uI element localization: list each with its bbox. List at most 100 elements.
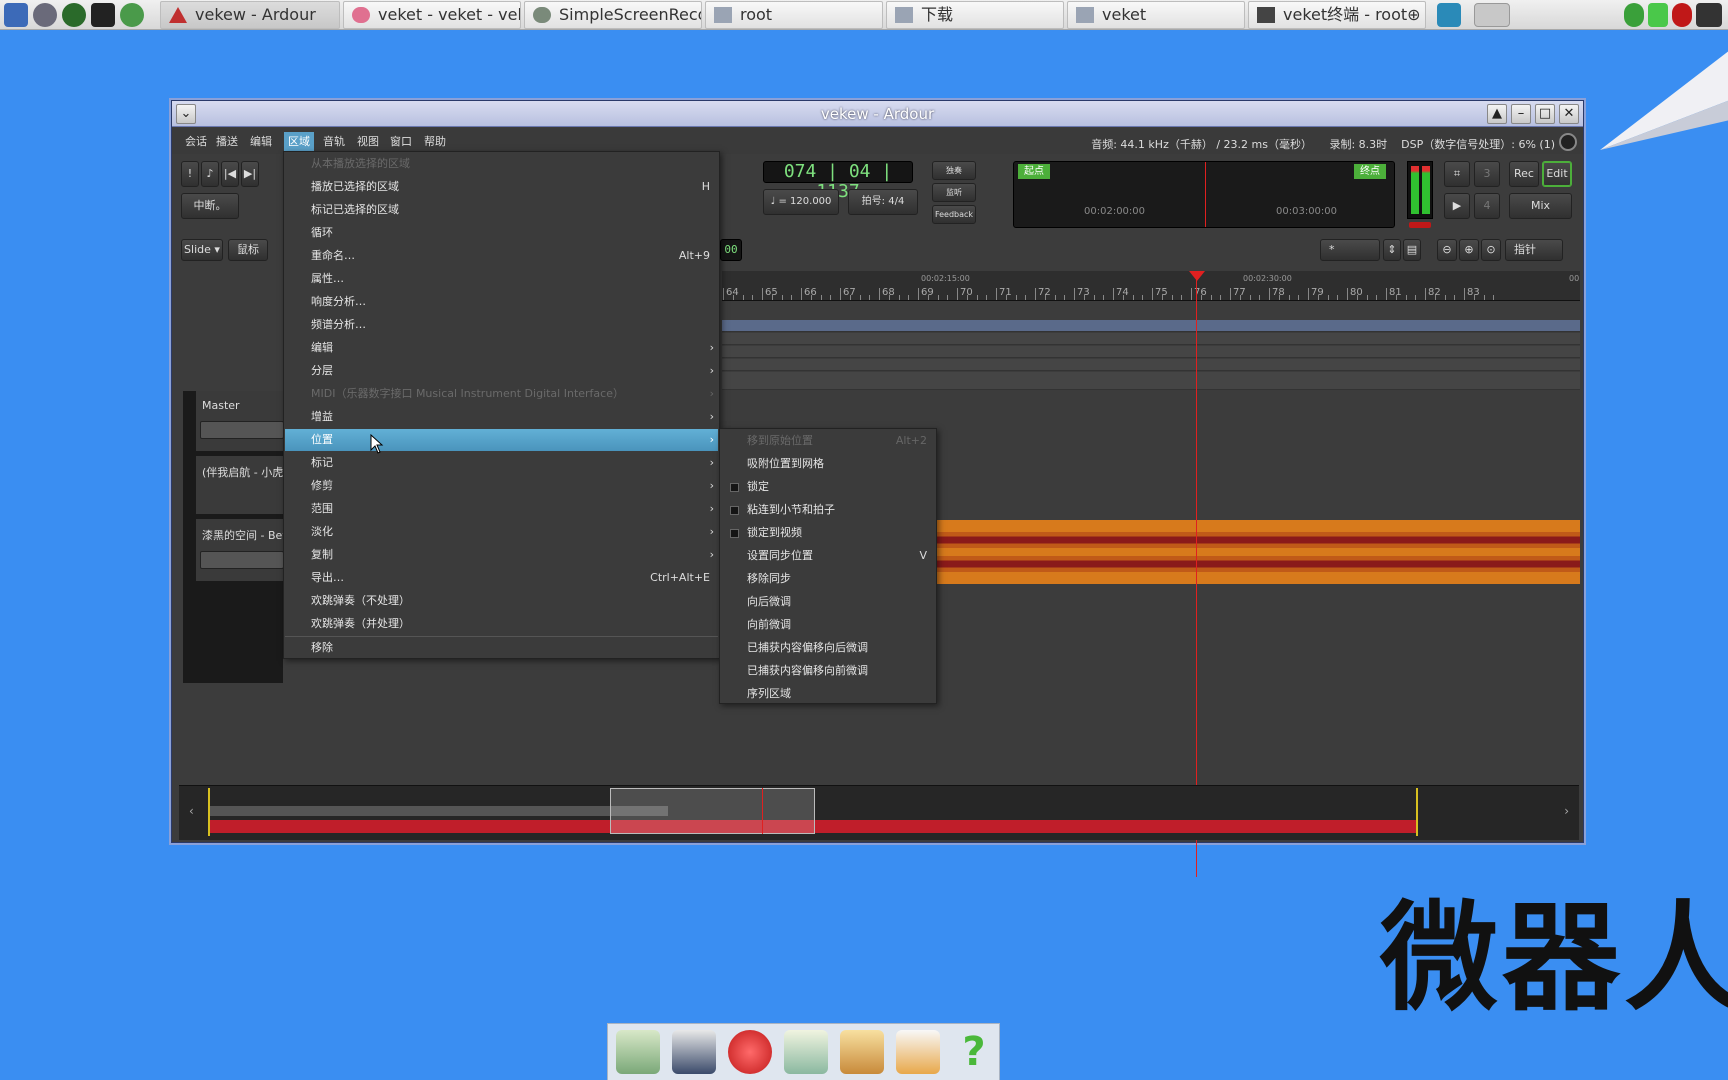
solo-button[interactable]: 独奏 — [932, 161, 976, 180]
window-minimize-button[interactable]: – — [1511, 104, 1531, 124]
checkbox[interactable] — [730, 529, 739, 538]
snap-dropdown[interactable]: * — [1320, 239, 1380, 261]
terminal-icon[interactable] — [91, 3, 115, 27]
menu-item-remove[interactable]: 移除 — [285, 637, 718, 659]
goto-start-button[interactable]: |◀ — [221, 161, 239, 187]
submenu-item-nudge-later[interactable]: 向后微调 — [721, 591, 935, 613]
menu-item-position[interactable]: 位置 › — [285, 429, 718, 451]
goto-end-button[interactable]: ▶| — [241, 161, 259, 187]
browser-icon[interactable] — [120, 3, 144, 27]
submenu-item-lock[interactable]: 锁定 — [721, 476, 935, 498]
crop-icon[interactable]: ⌗ — [1444, 161, 1470, 187]
record-mode-3[interactable]: 3 — [1474, 161, 1500, 187]
tempo-lane[interactable] — [722, 372, 1580, 390]
menu-item-duplicate[interactable]: 复制 › — [285, 544, 718, 566]
audio-region[interactable] — [937, 520, 1580, 584]
cd-lane[interactable] — [722, 359, 1580, 371]
menu-edit[interactable]: 编辑 — [246, 132, 276, 152]
feedback-button[interactable]: Feedback — [932, 205, 976, 224]
help-icon[interactable]: ? — [952, 1030, 996, 1074]
menu-item-trim[interactable]: 修剪 › — [285, 475, 718, 497]
submenu-item-lock-to-video[interactable]: 锁定到视频 — [721, 522, 935, 544]
menu-help[interactable]: 帮助 — [420, 132, 450, 152]
submenu-item-snap-to-grid[interactable]: 吸附位置到网格 — [721, 453, 935, 475]
timeline-ruler[interactable]: 00:02:15:00 00:02:30:00 00 64 65 66 67 68 69 7… — [722, 271, 1580, 301]
bbt-clock[interactable]: 074 | 04 | 1137 — [763, 161, 913, 202]
menu-item-play-selected[interactable]: 播放已选择的区域 H — [285, 176, 718, 198]
submenu-item-remove-sync[interactable]: 移除同步 — [721, 568, 935, 590]
meter-clip-indicator[interactable] — [1409, 222, 1431, 228]
task-terminal[interactable]: veket终端 - root⊕ v… — [1248, 1, 1426, 29]
menu-transport[interactable]: 播送 — [212, 132, 242, 152]
menu-item-fades[interactable]: 淡化 › — [285, 521, 718, 543]
stop-button[interactable]: 中断。 — [181, 193, 239, 219]
edit-mode-dropdown[interactable]: Slide ▾ — [181, 239, 223, 261]
ripple-mode-dropdown[interactable]: 鼠标 — [228, 239, 268, 261]
start-marker[interactable]: 起点 — [1018, 164, 1050, 179]
ardour-tray-icon[interactable] — [1474, 3, 1510, 27]
menu-window[interactable]: 窗口 — [386, 132, 416, 152]
record-icon[interactable] — [1672, 3, 1692, 27]
submenu-item-nudge-capture-earlier[interactable]: 已捕获内容偏移向前微调 — [721, 660, 935, 682]
summary-pane[interactable]: ‹ › — [179, 785, 1579, 840]
submenu-item-glue-to-bars[interactable]: 粘连到小节和拍子 — [721, 499, 935, 521]
shield-icon[interactable] — [1624, 3, 1644, 27]
menu-item-export[interactable]: 导出… Ctrl+Alt+E — [285, 567, 718, 589]
transport-alert-button[interactable]: ! — [181, 161, 199, 187]
menu-track[interactable]: 音轨 — [319, 132, 349, 152]
menu-item-markers[interactable]: 标记 › — [285, 452, 718, 474]
menu-item-mark-selected[interactable]: 标记已选择的区域 — [285, 199, 718, 221]
battery-icon[interactable] — [1648, 3, 1668, 27]
keyboard-icon[interactable] — [1696, 3, 1722, 27]
settings-icon[interactable] — [33, 3, 57, 27]
track-1[interactable]: (伴我启航 - 小虎 — [196, 456, 286, 514]
meter-display[interactable]: 拍号: 4/4 — [848, 189, 918, 215]
submenu-item-nudge-earlier[interactable]: 向前微调 — [721, 614, 935, 636]
track-master[interactable]: Master — [196, 391, 286, 451]
task-ardour[interactable]: vekew - Ardour — [160, 1, 340, 29]
track-fader[interactable] — [200, 551, 284, 569]
video-icon[interactable]: ▶ — [1444, 193, 1470, 219]
record-mode-4[interactable]: 4 — [1474, 193, 1500, 219]
file-manager-icon[interactable] — [616, 1030, 660, 1074]
task-veket-folder[interactable]: veket — [1067, 1, 1245, 29]
rec-window-button[interactable]: Rec — [1509, 161, 1539, 187]
mascot-icon[interactable] — [728, 1030, 772, 1074]
loop-lane[interactable] — [722, 346, 1580, 358]
monitor-button[interactable]: 监听 — [932, 183, 976, 202]
checkbox[interactable] — [730, 483, 739, 492]
shrink-tracks-icon[interactable]: ▤ — [1403, 239, 1421, 261]
summary-viewport[interactable] — [610, 788, 815, 834]
editor-icon[interactable] — [784, 1030, 828, 1074]
metronome-button[interactable]: ♪ — [201, 161, 219, 187]
playhead-marker[interactable] — [1189, 271, 1205, 281]
media-play-icon[interactable] — [62, 3, 86, 27]
submenu-item-nudge-capture-later[interactable]: 已捕获内容偏移向后微调 — [721, 637, 935, 659]
submenu-item-sequence-regions[interactable]: 序列区域 — [721, 683, 935, 705]
system-monitor-icon[interactable] — [4, 3, 28, 27]
submenu-item-set-sync[interactable]: 设置同步位置 V — [721, 545, 935, 567]
settings-gear-icon[interactable] — [1559, 133, 1577, 151]
scroll-left-button[interactable]: ‹ — [189, 804, 194, 818]
menu-item-gain[interactable]: 增益 › — [285, 406, 718, 428]
range-lane[interactable] — [722, 333, 1580, 345]
paint-icon[interactable] — [840, 1030, 884, 1074]
computer-icon[interactable] — [672, 1030, 716, 1074]
menu-session[interactable]: 会话 — [181, 132, 211, 152]
menu-item-properties[interactable]: 属性… — [285, 268, 718, 290]
window-maximize-button[interactable]: □ — [1535, 104, 1555, 124]
task-downloads-folder[interactable]: 下载 — [886, 1, 1064, 29]
desktop-switch-icon[interactable] — [1437, 3, 1461, 27]
app-store-icon[interactable] — [896, 1030, 940, 1074]
window-shade-button[interactable]: ▲ — [1487, 104, 1507, 124]
window-close-button[interactable]: ✕ — [1559, 104, 1579, 124]
menu-item-loudness[interactable]: 响度分析… — [285, 291, 718, 313]
nudge-clock[interactable]: 00 — [720, 239, 742, 261]
menu-item-bounce[interactable]: 欢跳弹奏（不处理） — [285, 590, 718, 612]
zoom-fit-icon[interactable]: ⇕ — [1383, 239, 1401, 261]
task-veket-browser[interactable]: veket - veket - vek… — [343, 1, 521, 29]
mix-window-button[interactable]: Mix — [1509, 193, 1572, 219]
end-marker[interactable]: 终点 — [1354, 164, 1386, 179]
scroll-right-button[interactable]: › — [1564, 804, 1569, 818]
edit-window-button[interactable]: Edit — [1542, 161, 1572, 187]
